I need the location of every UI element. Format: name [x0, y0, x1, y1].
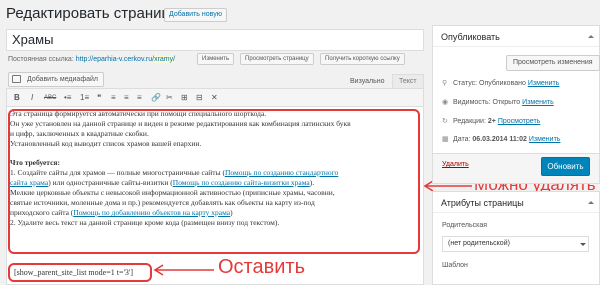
permalink-label: Постоянная ссылка: — [8, 56, 74, 63]
calendar-icon: ▦ — [442, 136, 449, 143]
parent-label: Родительская — [442, 222, 488, 229]
get-shortlink-button[interactable]: Получить короткую ссылку — [320, 53, 405, 65]
italic-icon[interactable]: I — [31, 94, 33, 102]
revisions-icon: ↻ — [442, 118, 448, 125]
unlink-icon[interactable]: ✂ — [166, 94, 173, 102]
revisions-row: ↻ Редакции: 2+ Просмотреть — [442, 118, 541, 125]
fullscreen-icon[interactable]: ✕ — [211, 94, 218, 102]
status-icon: ⚲ — [442, 80, 448, 87]
permalink-slug[interactable]: xramy — [154, 56, 174, 63]
parent-select[interactable]: (нет родительской) — [442, 236, 589, 252]
add-media-button[interactable]: Добавить медиафайл — [8, 72, 104, 87]
template-label: Шаблон — [442, 262, 468, 269]
preview-changes-button[interactable]: Просмотреть изменения — [506, 55, 600, 71]
strikethrough-icon[interactable]: ABC — [44, 94, 56, 102]
status-row: ⚲ Статус: Опубликовано Изменить — [442, 80, 560, 87]
publish-box-title: Опубликовать — [441, 32, 500, 42]
link-icon[interactable]: 🔗 — [151, 94, 161, 102]
keep-annotation-box — [8, 263, 152, 282]
collapse-arrow-icon[interactable] — [588, 201, 594, 204]
post-title-input[interactable]: Храмы — [6, 29, 424, 51]
update-button[interactable]: Обновить — [541, 157, 590, 176]
date-row: ▦ Дата: 06.03.2014 11:02 Изменить — [442, 136, 561, 143]
tab-visual[interactable]: Визуально — [346, 75, 389, 88]
visibility-row: ◉ Видимость: Открыто Изменить — [442, 99, 554, 106]
permalink-row: Постоянная ссылка: http://eparhia-v.cerk… — [8, 54, 175, 66]
edit-permalink-button[interactable]: Изменить — [197, 53, 235, 65]
page-attributes-title: Атрибуты страницы — [441, 198, 524, 208]
keep-label: Оставить — [218, 256, 305, 278]
view-revisions-link[interactable]: Просмотреть — [498, 118, 540, 125]
insert-more-icon[interactable]: ⊞ — [181, 94, 188, 102]
chevron-down-icon — [580, 243, 586, 246]
tab-text[interactable]: Текст — [392, 74, 424, 88]
align-right-icon[interactable]: ≡ — [137, 94, 142, 102]
eye-icon: ◉ — [442, 99, 449, 106]
permalink-url-base[interactable]: http://eparhia-v.cerkov.ru/ — [76, 56, 154, 63]
collapse-arrow-icon[interactable] — [588, 35, 594, 38]
bold-icon[interactable]: B — [14, 94, 20, 102]
page-title: Редактировать страницу — [6, 5, 178, 22]
edit-status-link[interactable]: Изменить — [528, 80, 560, 87]
numbered-list-icon[interactable]: 1≡ — [80, 94, 89, 102]
media-icon — [12, 75, 21, 83]
edit-date-link[interactable]: Изменить — [529, 136, 561, 143]
align-left-icon[interactable]: ≡ — [111, 94, 116, 102]
permalink-url-end: / — [173, 56, 176, 63]
bullet-list-icon[interactable]: •≡ — [64, 94, 71, 102]
deletable-annotation-box — [8, 109, 420, 254]
add-new-button[interactable]: Добавить новую — [164, 8, 227, 22]
toolbar-toggle-icon[interactable]: ⊟ — [196, 94, 203, 102]
delete-link[interactable]: Удалить — [442, 161, 469, 168]
align-center-icon[interactable]: ≡ — [124, 94, 129, 102]
view-page-button[interactable]: Просмотреть страницу — [240, 53, 314, 65]
edit-visibility-link[interactable]: Изменить — [522, 99, 554, 106]
blockquote-icon[interactable]: ❝ — [97, 94, 101, 102]
